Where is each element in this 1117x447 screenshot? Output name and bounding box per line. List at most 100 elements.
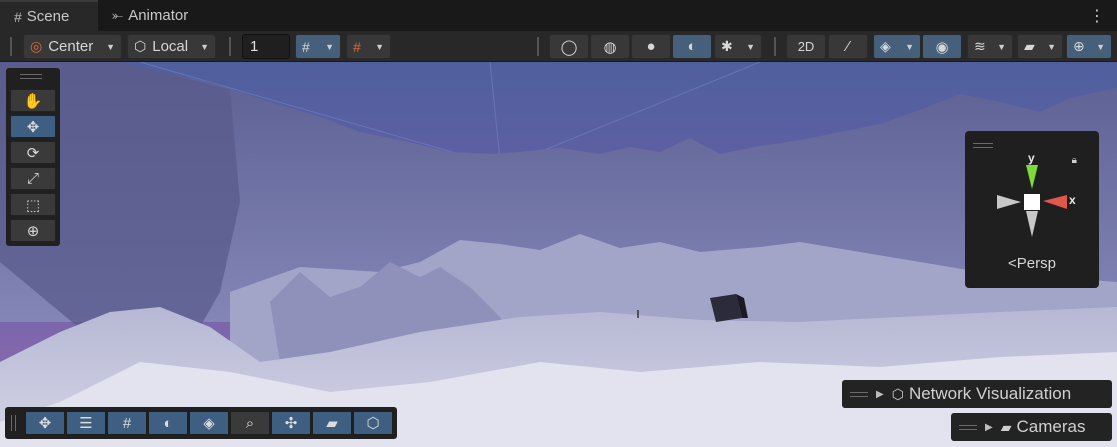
chevron-down-icon: ▼ (905, 41, 914, 52)
center-cube[interactable] (1024, 194, 1040, 210)
debug-draw-dropdown[interactable]: ✱ ▼ (714, 34, 762, 59)
overlay-grip[interactable] (850, 391, 868, 397)
cube-icon: ⬡ (134, 38, 147, 54)
camera-preview-button[interactable]: ▰ (312, 411, 352, 435)
unlit-button[interactable]: ● (631, 34, 671, 59)
hand-icon: ✋ (23, 92, 43, 110)
lighting-toggle-button[interactable]: ⁄ (828, 34, 868, 59)
pivot-mode-label: Center (48, 38, 94, 55)
network-overlay-button[interactable]: ⬡ (353, 411, 393, 435)
tab-scene[interactable]: # Scene (0, 0, 98, 31)
transform-tool-button[interactable]: ⊕ (10, 219, 56, 242)
hand-tool-button[interactable]: ✋ (10, 89, 56, 112)
neg-x-axis-cone[interactable] (997, 195, 1021, 209)
tab-animator[interactable]: ⤜ Animator (112, 0, 212, 31)
orientation-gizmo[interactable]: 🔒︎ y x <Persp (965, 131, 1099, 288)
grid-increment-field[interactable]: 1 (242, 34, 290, 59)
chevron-down-icon: ▼ (746, 41, 755, 52)
pivot-rotation-dropdown[interactable]: ⬡ Local ▼ (127, 34, 216, 59)
toolbar-grip[interactable] (774, 37, 776, 56)
chevron-down-icon: ▼ (325, 41, 334, 52)
2d-toggle-button[interactable]: 2D (786, 34, 826, 59)
tab-animator-label: Animator (128, 7, 189, 24)
camera-icon: ▰ (1024, 38, 1035, 54)
x-axis-cone[interactable] (1043, 195, 1067, 209)
y-axis-label: y (1028, 151, 1035, 165)
expand-arrow-icon[interactable]: ▶ (876, 389, 884, 400)
gizmos-dropdown[interactable]: ⊕ ▼ (1066, 34, 1112, 59)
search-button[interactable]: ⌕ (230, 411, 270, 435)
camera-settings-dropdown[interactable]: ▰ ▼ (1017, 34, 1063, 59)
shaded-wireframe-icon: ◍ (603, 38, 617, 56)
lighting-overlay-button[interactable]: ◐ (148, 411, 188, 435)
x-axis-label: x (1069, 193, 1076, 207)
tab-scene-label: Scene (26, 8, 70, 25)
grid-visibility-dropdown[interactable]: # ▼ (295, 34, 341, 59)
bottom-tool-overlay: ✥ ☰ # ◐ ◈ ⌕ ✣ ▰ ⬡ (5, 407, 397, 439)
neg-y-axis-cone[interactable] (1026, 211, 1038, 237)
scene-visibility-button[interactable]: ◉ (922, 34, 962, 59)
light-off-icon: ⁄ (846, 38, 850, 55)
eye-icon: ◉ (935, 38, 949, 56)
unlit-sphere-icon: ● (646, 38, 656, 55)
grid-icon: # (122, 414, 132, 432)
more-options-icon[interactable]: ⋮ (1089, 6, 1105, 26)
scene-toolbar: ◎ Center ▼ ⬡ Local ▼ 1 # ▼ # ▼ ◯ ◍ ● ◐ ✱… (0, 31, 1117, 62)
panel-grip[interactable] (20, 74, 42, 79)
network-icon: ⬡ (891, 385, 904, 402)
shaded-button[interactable]: ◐ (672, 34, 712, 59)
rotate-tool-button[interactable]: ⟳ (10, 141, 56, 164)
perspective-icon: < (1008, 255, 1017, 272)
axis-gizmo-graphic[interactable] (965, 131, 1099, 251)
grid-toggle-button[interactable]: # (107, 411, 147, 435)
animator-icon: ⤜ (112, 7, 124, 23)
pivot-center-icon: ◎ (30, 38, 43, 54)
wireframe-button[interactable]: ◯ (549, 34, 589, 59)
tool-settings-button[interactable]: ✥ (25, 411, 65, 435)
bug-icon: ✱ (721, 38, 733, 54)
pivot-mode-dropdown[interactable]: ◎ Center ▼ (23, 34, 122, 59)
chevron-down-icon: ▼ (106, 41, 115, 52)
chevron-down-icon: ▼ (1096, 41, 1105, 52)
scale-tool-button[interactable]: ⤢ (10, 167, 56, 190)
overlay-grip[interactable] (959, 424, 977, 430)
layers-dropdown[interactable]: ≋ ▼ (967, 34, 1013, 59)
scale-icon: ⤢ (26, 170, 39, 187)
shaded-wireframe-button[interactable]: ◍ (590, 34, 630, 59)
effects-dropdown[interactable]: ◈ ▼ (873, 34, 921, 59)
effects-icon: ◈ (880, 38, 891, 54)
search-icon: ⌕ (245, 414, 255, 432)
tab-bar: # Scene ⤜ Animator ⋮ (0, 0, 1117, 31)
transform-tools-panel: ✋ ✥ ⟳ ⤢ ⬚ ⊕ (6, 68, 60, 246)
sliders-icon: ☰ (79, 415, 93, 432)
pivot-icon: ✣ (284, 415, 298, 432)
chevron-down-icon: ▼ (375, 41, 384, 52)
orientation-button[interactable]: ✣ (271, 411, 311, 435)
projection-label: Persp (1016, 255, 1056, 272)
network-visualization-overlay[interactable]: ▶ ⬡ Network Visualization (842, 380, 1112, 408)
rotate-icon: ⟳ (26, 144, 40, 162)
move-arrows-icon: ✥ (26, 118, 40, 136)
grid-snap-button[interactable]: ☰ (66, 411, 106, 435)
y-axis-cone[interactable] (1026, 165, 1038, 189)
2d-icon: 2D (797, 39, 815, 54)
overlay-grip[interactable] (11, 415, 16, 431)
camera-icon: ▰ (1000, 418, 1012, 435)
toolbar-grip[interactable] (229, 37, 231, 56)
transform-icon: ⊕ (26, 222, 40, 240)
cameras-overlay-label: Cameras (1016, 417, 1086, 436)
chevron-down-icon: ▼ (997, 41, 1006, 52)
layers-icon: ≋ (974, 38, 986, 54)
toolbar-grip[interactable] (537, 37, 539, 56)
move-tool-button[interactable]: ✥ (10, 115, 56, 138)
chevron-down-icon: ▼ (200, 41, 209, 52)
rect-tool-button[interactable]: ⬚ (10, 193, 56, 216)
grid-icon: # (14, 8, 22, 25)
network-overlay-label: Network Visualization (908, 384, 1072, 403)
expand-arrow-icon[interactable]: ▶ (985, 422, 993, 433)
cameras-overlay[interactable]: ▶ ▰ Cameras (951, 413, 1112, 441)
toolbar-grip[interactable] (10, 37, 12, 56)
nav-overlay-button[interactable]: ◈ (189, 411, 229, 435)
snap-dropdown[interactable]: # ▼ (346, 34, 391, 59)
projection-toggle[interactable]: <Persp (965, 255, 1099, 272)
